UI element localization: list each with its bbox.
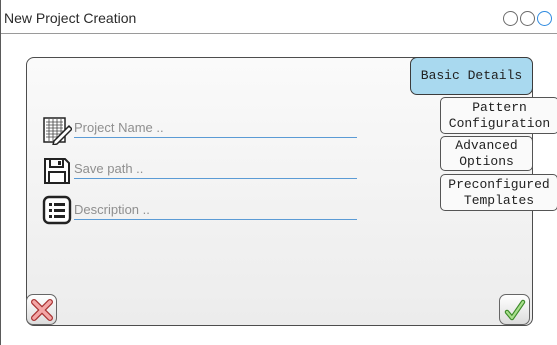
minimize-button[interactable]: [503, 11, 518, 26]
project-creation-window: New Project Creation Project Name .. Sav…: [0, 0, 557, 345]
confirm-button[interactable]: [499, 294, 530, 325]
project-name-input[interactable]: [74, 118, 357, 138]
cancel-button[interactable]: [26, 294, 57, 325]
close-button[interactable]: [537, 11, 552, 26]
list-icon: [42, 195, 72, 225]
maximize-button[interactable]: [520, 11, 535, 26]
save-path-input[interactable]: [74, 159, 357, 179]
document-pencil-icon: [43, 117, 72, 145]
floppy-disk-icon: [44, 158, 70, 184]
window-title: New Project Creation: [4, 10, 137, 26]
close-x-icon: [30, 298, 53, 321]
checkmark-icon: [504, 299, 525, 320]
tab-pattern-configuration-label: Pattern Configuration: [448, 99, 551, 131]
description-input[interactable]: [74, 200, 357, 220]
tab-advanced-options[interactable]: Advanced Options: [440, 136, 533, 171]
tab-advanced-options-label: Advanced Options: [455, 137, 518, 169]
tab-preconfigured-templates-label: Preconfigured Templates: [448, 176, 550, 208]
tab-basic-details[interactable]: Basic Details: [410, 57, 533, 95]
tab-basic-details-label: Basic Details: [420, 68, 523, 83]
tab-pattern-configuration[interactable]: Pattern Configuration: [440, 97, 557, 134]
title-bar: New Project Creation: [1, 0, 557, 34]
tab-preconfigured-templates[interactable]: Preconfigured Templates: [440, 174, 557, 211]
